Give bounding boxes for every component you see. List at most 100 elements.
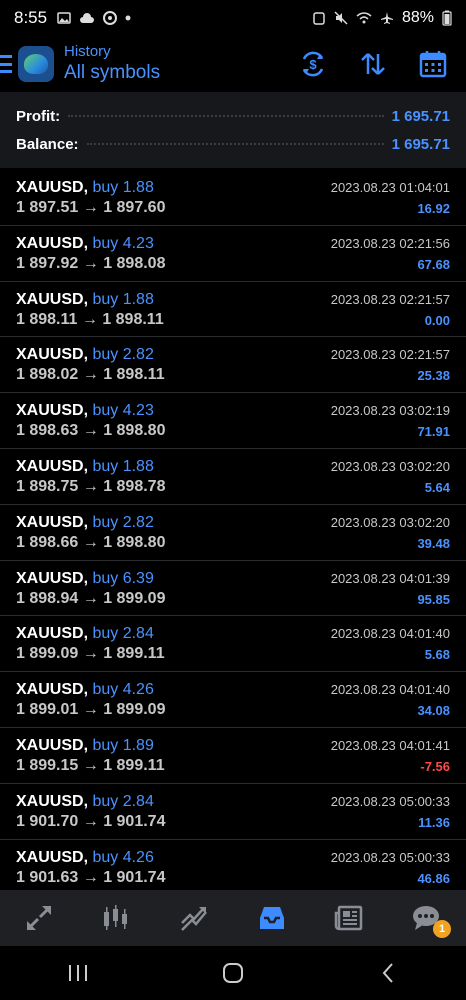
close-price: 1 898.80: [103, 533, 166, 551]
trade-icon: [181, 907, 208, 931]
trade-row[interactable]: XAUUSD, buy 6.39 1 898.94 → 1 899.09 2023.…: [0, 561, 466, 617]
recents-button[interactable]: [58, 953, 98, 993]
trade-row[interactable]: XAUUSD, buy 1.88 1 898.11 → 1 898.11 2023.…: [0, 282, 466, 338]
trade-profit: 16.92: [417, 201, 450, 216]
back-button[interactable]: [368, 953, 408, 993]
back-icon: [382, 963, 394, 983]
trade-symbol: XAUUSD,: [16, 792, 89, 810]
trade-symbol: XAUUSD,: [16, 513, 89, 531]
trade-row[interactable]: XAUUSD, buy 2.84 1 901.70 → 1 901.74 2023.…: [0, 784, 466, 840]
trade-prices: 1 899.15 → 1 899.11: [16, 756, 450, 776]
trade-profit: 0.00: [424, 312, 450, 328]
close-price: 1 898.11: [103, 366, 165, 384]
arrow-icon: →: [82, 868, 99, 886]
app-logo[interactable]: [18, 46, 54, 82]
arrow-icon: →: [82, 701, 99, 719]
trade-row[interactable]: XAUUSD, buy 2.82 1 898.02 → 1 898.11 2023.…: [0, 337, 466, 394]
leader-dots: [68, 115, 384, 117]
arrow-icon: →: [82, 477, 99, 495]
open-price: 1 898.02: [16, 366, 79, 384]
trade-symbol: XAUUSD,: [16, 179, 89, 196]
profit-value: 1 695.71: [391, 107, 450, 125]
arrow-icon: →: [82, 756, 99, 774]
nav-trade[interactable]: [174, 898, 214, 938]
trade-side: buy 2.84: [92, 625, 154, 643]
app-header: History All symbols $: [0, 36, 466, 92]
trade-time: 2023.08.23 02:21:56: [330, 235, 450, 251]
arrow-icon: →: [82, 366, 99, 384]
arrow-icon: →: [82, 812, 99, 830]
trade-row[interactable]: XAUUSD, buy 1.89 1 899.15 → 1 899.11 2023.…: [0, 728, 466, 784]
trade-side: buy 4.23: [92, 402, 154, 420]
trade-profit: -7.56: [420, 758, 450, 774]
close-price: 1 899.09: [103, 589, 166, 607]
open-price: 1 901.70: [16, 812, 79, 830]
trade-side: buy 2.84: [92, 792, 154, 810]
nav-history[interactable]: [252, 898, 292, 938]
nav-news[interactable]: [329, 898, 369, 938]
trade-row[interactable]: XAUUSD, buy 4.23 1 897.92 → 1 898.08 2023.…: [0, 226, 466, 282]
dollar-swap-icon: $: [302, 51, 324, 77]
nav-quotes[interactable]: [19, 898, 59, 938]
trade-profit: 11.36: [418, 814, 450, 830]
header-subtitle: History: [64, 43, 111, 60]
trade-symbol: XAUUSD,: [16, 346, 89, 364]
balance-row: Balance: 1 695.71: [16, 130, 450, 158]
trade-row[interactable]: XAUUSD, buy 4.23 1 898.63 → 1 898.80 2023.…: [0, 393, 466, 449]
trade-symbol: XAUUSD,: [16, 402, 89, 420]
currency-filter-button[interactable]: $: [298, 49, 328, 79]
trade-profit: 95.85: [417, 591, 450, 607]
trade-profit: 67.68: [417, 256, 450, 272]
trade-symbol: XAUUSD,: [16, 848, 89, 866]
open-price: 1 898.75: [16, 477, 79, 495]
trade-prices: 1 898.02 → 1 898.11: [16, 365, 450, 385]
open-price: 1 897.51: [16, 199, 79, 216]
status-time: 8:55: [14, 8, 48, 27]
trade-side: buy 2.82: [92, 346, 154, 364]
arrow-icon: →: [82, 589, 99, 607]
close-price: 1 899.11: [103, 756, 165, 774]
home-button[interactable]: [213, 953, 253, 993]
system-nav-bar: [0, 946, 466, 1000]
open-price: 1 898.11: [16, 310, 78, 328]
trade-side: buy 1.88: [92, 179, 154, 196]
account-summary: Profit: 1 695.71 Balance: 1 695.71: [0, 92, 466, 168]
arrow-icon: →: [81, 310, 98, 328]
open-price: 1 901.63: [16, 868, 79, 886]
trade-row[interactable]: XAUUSD, buy 2.84 1 899.09 → 1 899.11 2023.…: [0, 616, 466, 673]
trade-side: buy 4.26: [92, 681, 154, 699]
trade-time: 2023.08.23 02:21:57: [330, 347, 450, 363]
profit-label: Profit:: [16, 107, 61, 125]
trade-side: buy 4.26: [92, 848, 154, 866]
trade-prices: 1 898.75 → 1 898.78: [16, 477, 450, 497]
trade-symbol: XAUUSD,: [16, 736, 89, 754]
close-price: 1 898.78: [103, 477, 166, 495]
header-titles[interactable]: History All symbols: [64, 43, 160, 85]
trade-prices: 1 901.70 → 1 901.74: [16, 812, 450, 832]
trade-history-list[interactable]: XAUUSD, buy 1.88 1 897.51 → 1 897.60 2023.…: [0, 170, 466, 890]
trade-row[interactable]: XAUUSD, buy 4.26 1 901.63 → 1 901.74 2023.…: [0, 840, 466, 890]
nav-chart[interactable]: [96, 898, 136, 938]
sort-button[interactable]: [358, 49, 388, 79]
trade-row[interactable]: XAUUSD, buy 4.26 1 899.01 → 1 899.09 2023.…: [0, 672, 466, 728]
profit-row: Profit: 1 695.71: [16, 102, 450, 130]
arrow-icon: →: [82, 645, 99, 663]
trade-side: buy 6.39: [92, 569, 154, 587]
trade-side: buy 1.89: [92, 736, 154, 754]
leader-dots: [86, 143, 384, 145]
trade-row[interactable]: XAUUSD, buy 1.88 1 898.75 → 1 898.78 2023.…: [0, 449, 466, 505]
home-icon: [222, 963, 243, 983]
balance-label: Balance:: [16, 135, 79, 153]
nav-chat[interactable]: 1: [407, 898, 452, 938]
trade-row[interactable]: XAUUSD, buy 2.82 1 898.66 → 1 898.80 2023.…: [0, 505, 466, 561]
calendar-button[interactable]: [418, 49, 448, 79]
trade-prices: 1 898.11 → 1 898.11: [16, 310, 450, 330]
menu-button[interactable]: [0, 55, 12, 73]
trade-side: buy 1.88: [92, 290, 154, 308]
trade-profit: 71.91: [417, 424, 450, 440]
trade-symbol: XAUUSD,: [16, 234, 89, 252]
notification-icons: [57, 11, 131, 25]
trade-row[interactable]: XAUUSD, buy 1.88 1 897.51 → 1 897.60 2023.…: [0, 170, 466, 226]
trade-time: 2023.08.23 04:01:41: [330, 737, 450, 753]
close-price: 1 899.09: [103, 701, 166, 719]
